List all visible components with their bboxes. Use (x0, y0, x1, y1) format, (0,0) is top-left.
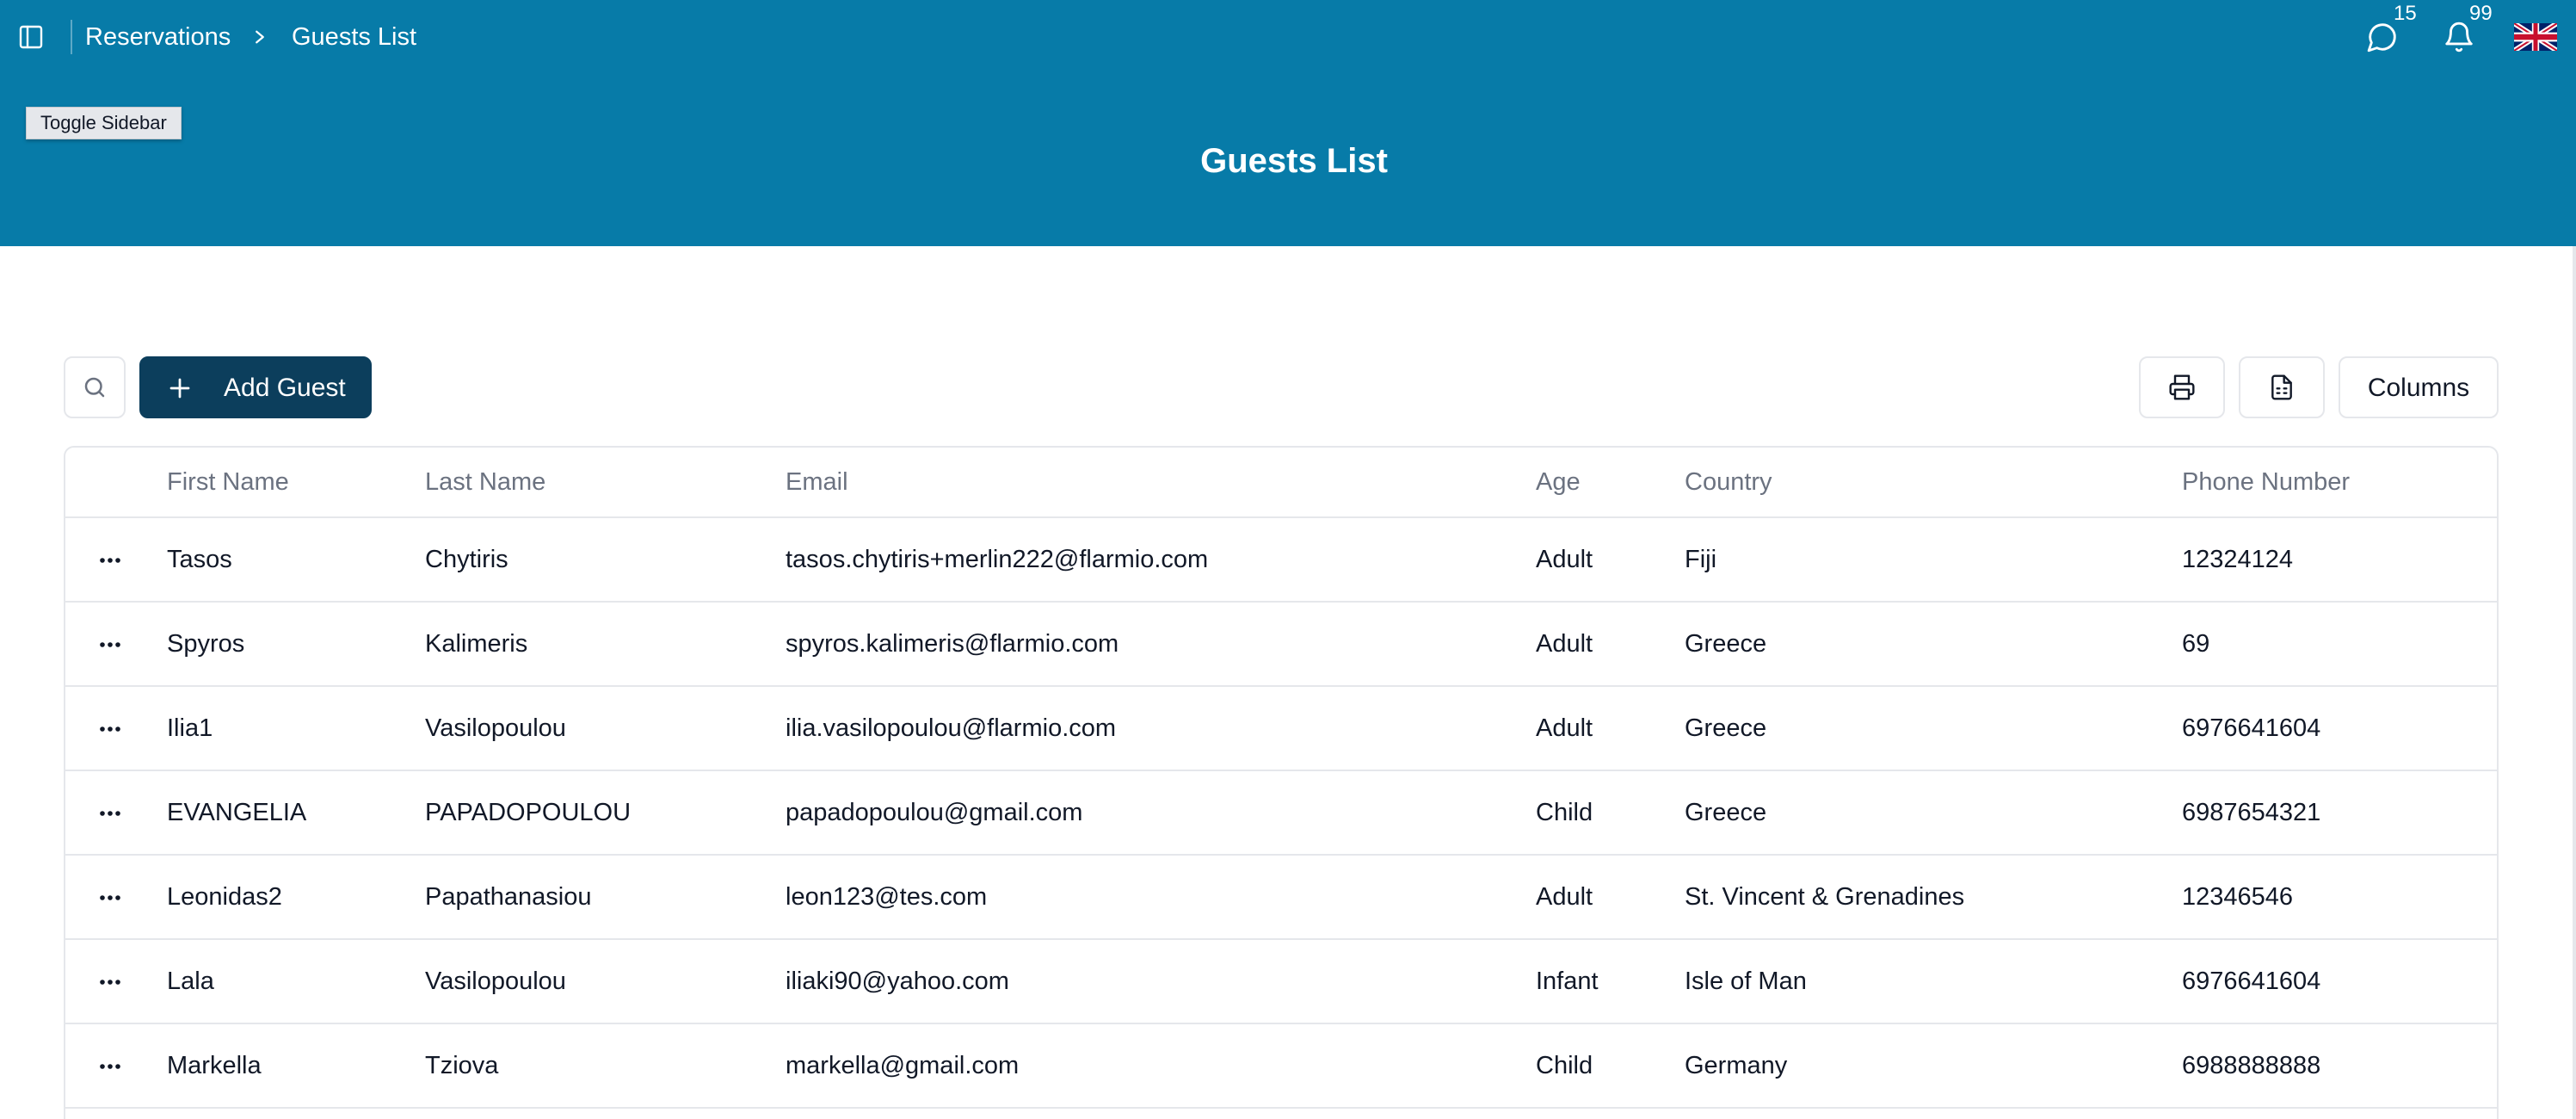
header-phone-number[interactable]: Phone Number (2182, 467, 2350, 498)
more-horizontal-icon[interactable] (95, 801, 126, 826)
toggle-sidebar-tooltip: Toggle Sidebar (26, 107, 182, 139)
more-horizontal-icon[interactable] (95, 969, 126, 995)
cell-last-name: Papathanasiou (425, 883, 592, 911)
messages-count-badge: 15 (2394, 2, 2417, 25)
print-button[interactable] (2139, 356, 2225, 418)
cell-phone: 6976641604 (2182, 714, 2321, 742)
table-row[interactable]: Lala Vasilopoulou iliaki90@yahoo.com Inf… (65, 940, 2497, 1024)
header-age[interactable]: Age (1536, 467, 1581, 498)
cell-last-name: Chytiris (425, 546, 508, 573)
more-horizontal-icon[interactable] (95, 1054, 126, 1079)
search-icon (84, 377, 105, 398)
cell-country: Greece (1685, 799, 1767, 826)
page-title: Guests List (1200, 142, 1388, 180)
cell-age: Child (1536, 1052, 1593, 1079)
header-last-name[interactable]: Last Name (425, 467, 545, 498)
cell-age: Infant (1536, 968, 1599, 995)
cell-email: papadopoulou@gmail.com (786, 799, 1083, 826)
table-header: First Name Last Name Email Age Country P… (65, 448, 2497, 518)
more-horizontal-icon[interactable] (95, 547, 126, 573)
page-header: Reservations Guests List 15 99 Toggle Si… (0, 0, 2576, 246)
cell-country: St. Vincent & Grenadines (1685, 883, 1965, 911)
breadcrumb-reservations[interactable]: Reservations (85, 22, 231, 53)
alerts-count-badge: 99 (2469, 2, 2493, 25)
more-horizontal-icon[interactable] (95, 885, 126, 911)
export-button[interactable] (2239, 356, 2325, 418)
file-spreadsheet-icon (2271, 374, 2292, 400)
cell-phone: 6976641604 (2182, 968, 2321, 995)
cell-country: Greece (1685, 714, 1767, 742)
breadcrumb-current: Guests List (292, 23, 417, 51)
table-row[interactable]: EVANGELIA PAPADOPOULOU papadopoulou@gmai… (65, 771, 2497, 856)
cell-email: iliaki90@yahoo.com (786, 968, 1009, 995)
cell-last-name: Vasilopoulou (425, 714, 566, 742)
table-row[interactable]: Tasos Chytiris tasos.chytiris+merlin222@… (65, 518, 2497, 603)
cell-age: Adult (1536, 546, 1593, 573)
cell-phone: 69 (2182, 630, 2210, 658)
cell-last-name: Tziova (425, 1052, 499, 1079)
more-horizontal-icon[interactable] (95, 716, 126, 742)
cell-age: Child (1536, 799, 1593, 826)
columns-label: Columns (2367, 374, 2470, 402)
cell-last-name: Kalimeris (425, 630, 528, 658)
cell-email: tasos.chytiris+merlin222@flarmio.com (786, 546, 1209, 573)
printer-icon (2169, 374, 2195, 400)
uk-flag-icon[interactable] (2514, 23, 2557, 51)
guests-table: First Name Last Name Email Age Country P… (64, 446, 2499, 1119)
cell-phone: 6987654321 (2182, 799, 2321, 826)
header-country[interactable]: Country (1685, 467, 1772, 498)
cell-phone: 6988888888 (2182, 1052, 2321, 1079)
add-guest-label: Add Guest (224, 374, 346, 402)
cell-last-name: Vasilopoulou (425, 968, 566, 995)
cell-email: leon123@tes.com (786, 883, 988, 911)
sidebar-icon[interactable] (17, 23, 45, 51)
cell-age: Adult (1536, 714, 1593, 742)
cell-last-name: PAPADOPOULOU (425, 799, 632, 826)
more-horizontal-icon[interactable] (95, 632, 126, 658)
cell-country: Greece (1685, 630, 1767, 658)
cell-age: Adult (1536, 883, 1593, 911)
cell-first-name: Tasos (167, 546, 232, 573)
cell-phone: 12346546 (2182, 883, 2294, 911)
cell-age: Adult (1536, 630, 1593, 658)
table-row[interactable]: Spyros Kalimeris spyros.kalimeris@flarmi… (65, 603, 2497, 687)
cell-email: markella@gmail.com (786, 1052, 1020, 1079)
add-guest-button[interactable]: Add Guest (139, 356, 372, 418)
cell-first-name: Markella (167, 1052, 262, 1079)
header-email[interactable]: Email (786, 467, 848, 498)
cell-first-name: Lala (167, 968, 214, 995)
chevron-right-icon (256, 30, 264, 44)
topbar-divider (71, 20, 72, 54)
cell-phone: 12324124 (2182, 546, 2294, 573)
cell-country: Fiji (1685, 546, 1717, 573)
cell-first-name: Spyros (167, 630, 245, 658)
table-row[interactable]: Markella Tziova markella@gmail.com Child… (65, 1024, 2497, 1109)
cell-email: ilia.vasilopoulou@flarmio.com (786, 714, 1117, 742)
cell-country: Germany (1685, 1052, 1788, 1079)
cell-country: Isle of Man (1685, 968, 1807, 995)
header-first-name[interactable]: First Name (167, 467, 289, 498)
table-row[interactable]: Leonidas2 Papathanasiou leon123@tes.com … (65, 856, 2497, 940)
cell-first-name: Leonidas2 (167, 883, 282, 911)
cell-email: spyros.kalimeris@flarmio.com (786, 630, 1119, 658)
table-row[interactable]: Ilia1 Vasilopoulou ilia.vasilopoulou@fla… (65, 687, 2497, 771)
search-button[interactable] (64, 356, 126, 418)
plus-icon (169, 378, 190, 399)
cell-first-name: Ilia1 (167, 714, 213, 742)
cell-first-name: EVANGELIA (167, 799, 307, 826)
columns-button[interactable]: Columns (2339, 356, 2499, 418)
top-bar: Reservations Guests List 15 99 (0, 0, 2576, 74)
page-scrollbar[interactable] (2573, 246, 2576, 1119)
